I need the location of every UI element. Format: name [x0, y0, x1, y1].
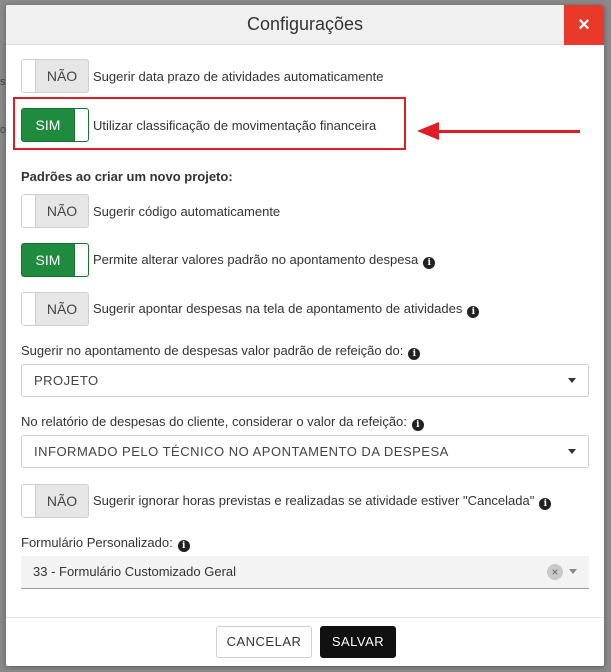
- setting-allow-change-defaults: SIM Permite alterar valores padrão no ap…: [21, 243, 436, 277]
- chevron-down-icon: [569, 569, 577, 574]
- toggle-knob: [22, 293, 36, 325]
- client-report-meal-select[interactable]: INFORMADO PELO TÉCNICO NO APONTAMENTO DA…: [21, 435, 589, 468]
- suggest-code-toggle[interactable]: NÃO: [21, 194, 89, 228]
- dialog-title: Configurações: [246, 14, 364, 34]
- ignore-hours-cancelled-toggle[interactable]: NÃO: [21, 484, 89, 518]
- select-value: INFORMADO PELO TÉCNICO NO APONTAMENTO DA…: [34, 444, 449, 459]
- close-icon: ×: [578, 14, 590, 36]
- toggle-state-label: NÃO: [46, 301, 78, 317]
- meal-default-label-text: Sugerir no apontamento de despesas valor…: [21, 343, 404, 358]
- custom-form-label: Formulário Personalizado: i: [21, 535, 190, 552]
- annotation-arrow-icon: [417, 122, 439, 140]
- toggle-state-label: NÃO: [46, 493, 78, 509]
- toggle-state-label: SIM: [35, 252, 61, 268]
- setting-suggest-deadline: NÃO Sugerir data prazo de atividades aut…: [21, 59, 384, 93]
- close-button[interactable]: ×: [564, 5, 604, 45]
- ignore-hours-cancelled-label: Sugerir ignorar horas previstas e realiz…: [93, 492, 552, 510]
- toggle-knob: [22, 195, 36, 227]
- cancel-button[interactable]: CANCELAR: [216, 626, 312, 658]
- annotation-highlight-box: [13, 97, 406, 150]
- dialog-header: Configurações ×: [6, 5, 604, 45]
- dialog-footer: CANCELAR SALVAR: [6, 617, 604, 666]
- suggest-code-label: Sugerir código automaticamente: [93, 203, 281, 219]
- info-icon[interactable]: i: [177, 540, 190, 552]
- info-icon[interactable]: i: [411, 419, 424, 431]
- chevron-down-icon: [568, 449, 576, 454]
- info-icon[interactable]: i: [423, 256, 436, 269]
- client-report-meal-label: No relatório de despesas do cliente, con…: [21, 414, 424, 431]
- clear-icon[interactable]: ×: [547, 564, 563, 580]
- ignore-hours-cancelled-text: Sugerir ignorar horas previstas e realiz…: [93, 492, 535, 508]
- toggle-knob: [22, 485, 36, 517]
- new-project-section-title: Padrões ao criar um novo projeto:: [21, 169, 233, 184]
- setting-suggest-expenses-activity: NÃO Sugerir apontar despesas na tela de …: [21, 292, 480, 326]
- select-value: PROJETO: [34, 373, 99, 388]
- settings-dialog: Configurações × NÃO Sugerir data prazo d…: [6, 5, 604, 666]
- suggest-expenses-activity-toggle[interactable]: NÃO: [21, 292, 89, 326]
- meal-default-select[interactable]: PROJETO: [21, 364, 589, 397]
- info-icon[interactable]: i: [467, 305, 480, 318]
- setting-ignore-hours-cancelled: NÃO Sugerir ignorar horas previstas e re…: [21, 484, 552, 518]
- allow-change-defaults-toggle[interactable]: SIM: [21, 243, 89, 277]
- suggest-expenses-activity-label: Sugerir apontar despesas na tela de apon…: [93, 300, 480, 318]
- info-icon[interactable]: i: [408, 348, 421, 360]
- select-value: 33 - Formulário Customizado Geral: [33, 564, 237, 579]
- allow-change-defaults-label: Permite alterar valores padrão no aponta…: [93, 251, 436, 269]
- save-button[interactable]: SALVAR: [320, 626, 396, 658]
- meal-default-label: Sugerir no apontamento de despesas valor…: [21, 343, 421, 360]
- allow-change-defaults-text: Permite alterar valores padrão no aponta…: [93, 251, 419, 267]
- info-icon[interactable]: i: [539, 497, 552, 510]
- toggle-state-label: NÃO: [46, 68, 78, 84]
- setting-suggest-code: NÃO Sugerir código automaticamente: [21, 194, 280, 228]
- suggest-deadline-label: Sugerir data prazo de atividades automat…: [93, 68, 384, 84]
- custom-form-select[interactable]: 33 - Formulário Customizado Geral ×: [21, 556, 589, 589]
- toggle-knob: [74, 244, 88, 276]
- suggest-expenses-activity-text: Sugerir apontar despesas na tela de apon…: [93, 300, 463, 316]
- custom-form-label-text: Formulário Personalizado:: [21, 535, 173, 550]
- toggle-state-label: NÃO: [46, 203, 78, 219]
- toggle-knob: [22, 60, 36, 92]
- client-report-meal-label-text: No relatório de despesas do cliente, con…: [21, 414, 407, 429]
- annotation-arrow-shaft: [436, 130, 580, 133]
- suggest-deadline-toggle[interactable]: NÃO: [21, 59, 89, 93]
- chevron-down-icon: [568, 378, 576, 383]
